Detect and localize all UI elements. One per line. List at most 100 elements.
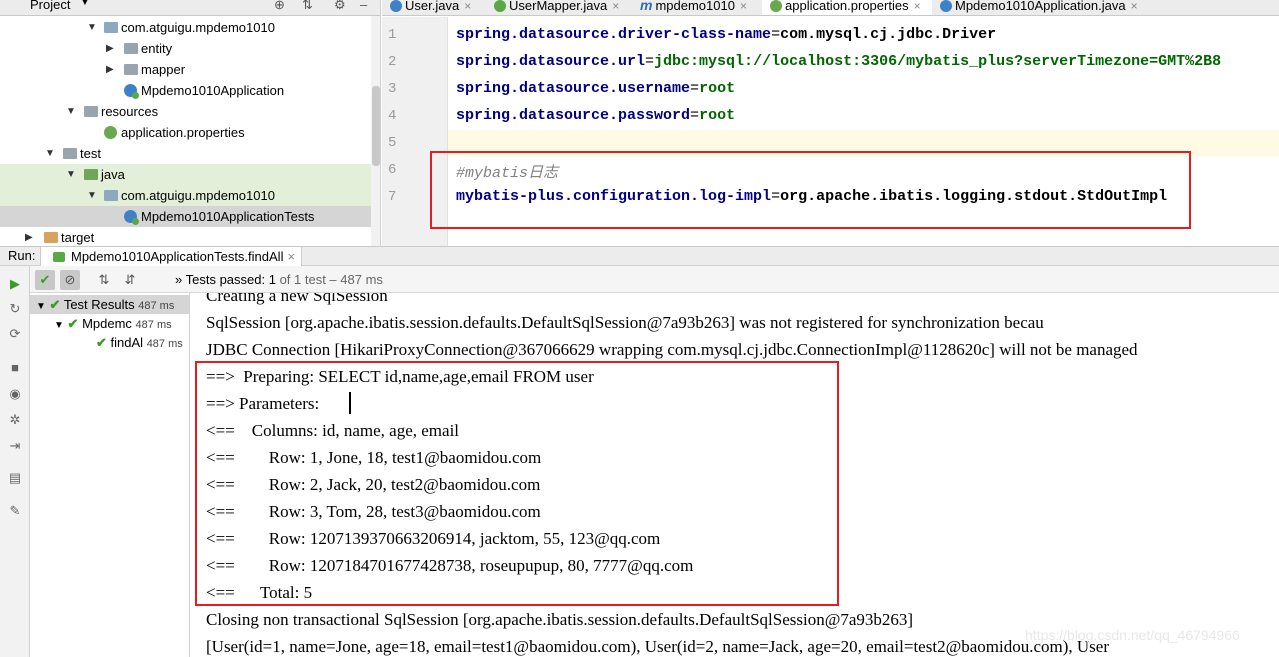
package-icon — [104, 190, 118, 201]
line-number: 6 — [388, 162, 397, 178]
chevron-down-icon[interactable]: ▼ — [45, 143, 55, 164]
rerun-failed-icon[interactable]: ↻ — [7, 301, 23, 317]
property-value: root — [699, 80, 736, 97]
tab-label: application.properties — [785, 0, 909, 13]
tab-application-properties[interactable]: application.properties × — [762, 0, 932, 15]
line-number: 2 — [388, 54, 397, 70]
result-label: Test Results — [63, 297, 135, 312]
sort-duration-icon[interactable]: ⇵ — [120, 270, 140, 290]
test-toolbar: ✔ ⊘ ⇅ ⇵ » Tests passed: 1 of 1 test – 48… — [30, 266, 1279, 293]
tree-item-label: com.atguigu.mpdemo1010 — [121, 20, 275, 35]
text-cursor — [349, 392, 351, 414]
tab-label: User.java — [405, 0, 460, 13]
result-label: findAl — [110, 335, 144, 350]
chevron-down-icon[interactable]: ▼ — [66, 164, 76, 185]
chevron-right-icon[interactable]: ▶ — [25, 227, 33, 246]
project-title[interactable]: Project — [30, 0, 70, 12]
camera-icon[interactable]: ◉ — [7, 386, 23, 402]
chevron-down-icon[interactable]: ▼ — [36, 301, 46, 312]
target-icon[interactable]: ⊕ — [274, 0, 285, 13]
annotation-box — [195, 361, 839, 606]
tree-item-label: test — [80, 146, 101, 161]
property-value: com.mysql.cj.jdbc.Driver — [780, 26, 997, 43]
close-icon[interactable]: × — [740, 0, 747, 13]
tree-item-target[interactable]: ▶ target — [0, 227, 380, 246]
check-icon: ✔ — [96, 335, 107, 350]
property-key: spring.datasource.password — [456, 107, 691, 124]
test-class-result[interactable]: ▼ ✔ Mpdemc 487 ms — [54, 314, 172, 333]
show-ignored-icon[interactable]: ⊘ — [60, 270, 80, 290]
project-scrollbar[interactable] — [371, 16, 380, 246]
stop-icon[interactable]: ■ — [7, 360, 23, 376]
collapse-icon[interactable]: ⇅ — [302, 0, 313, 13]
show-passed-icon[interactable]: ✔ — [35, 270, 55, 290]
close-icon[interactable]: × — [914, 0, 921, 13]
equals-sign: = — [690, 80, 700, 97]
code-line[interactable]: spring.datasource.url=jdbc:mysql://local… — [456, 53, 1221, 70]
tree-item-resources[interactable]: ▼ resources — [0, 101, 380, 122]
sort-alpha-icon[interactable]: ⇅ — [94, 270, 114, 290]
tree-item-mapper[interactable]: ▶ mapper — [0, 59, 380, 80]
close-icon[interactable]: × — [464, 0, 471, 13]
run-side-toolbar: ▶ ↻ ⟳ ■ ◉ ✲ ⇥ ▤ ✎ — [0, 266, 30, 657]
settings-icon[interactable]: ✲ — [7, 412, 23, 428]
chevron-down-icon[interactable]: ▼ — [87, 185, 97, 206]
status-prefix: » — [175, 272, 183, 287]
test-results-root[interactable]: ▼ ✔ Test Results 487 ms — [30, 295, 189, 314]
close-icon[interactable]: × — [1131, 0, 1138, 13]
toggle-auto-test-icon[interactable]: ⟳ — [7, 326, 23, 342]
close-icon[interactable]: × — [612, 0, 619, 13]
test-method-result[interactable]: ✔ findAl 487 ms — [96, 333, 183, 352]
tree-item-application-tests[interactable]: Mpdemo1010ApplicationTests — [0, 206, 380, 227]
tree-item-label: Mpdemo1010ApplicationTests — [141, 209, 315, 224]
tree-item-label: mapper — [141, 62, 186, 77]
rerun-icon[interactable]: ▶ — [7, 276, 23, 292]
equals-sign: = — [771, 26, 781, 43]
tree-item-label: application.properties — [121, 125, 245, 140]
chevron-right-icon[interactable]: ▶ — [106, 38, 114, 59]
tab-user-java[interactable]: User.java × — [382, 0, 486, 15]
scrollbar-thumb[interactable] — [372, 86, 380, 166]
test-source-folder-icon — [84, 169, 98, 180]
chevron-down-icon[interactable]: ▼ — [66, 101, 76, 122]
tab-usermapper-java[interactable]: UserMapper.java × — [486, 0, 632, 15]
result-time: 487 ms — [146, 338, 183, 350]
tab-mpdemo1010application-java[interactable]: Mpdemo1010Application.java × — [932, 0, 1148, 15]
chevron-right-icon[interactable]: ▶ — [106, 59, 114, 80]
tab-mpdemo1010[interactable]: m mpdemo1010 × — [632, 0, 762, 15]
chevron-down-icon[interactable]: ▼ — [80, 0, 90, 8]
close-icon[interactable]: × — [287, 249, 295, 264]
code-line[interactable]: spring.datasource.username=root — [456, 80, 735, 97]
code-line[interactable]: spring.datasource.password=root — [456, 107, 735, 124]
tab-label: Mpdemo1010Application.java — [955, 0, 1126, 13]
chevron-down-icon[interactable]: ▼ — [54, 320, 64, 331]
export-icon[interactable]: ⇥ — [7, 438, 23, 454]
class-icon — [390, 0, 402, 12]
pin-icon[interactable]: ✎ — [7, 503, 23, 519]
check-icon: ✔ — [49, 297, 61, 312]
tree-item-label: target — [61, 230, 95, 245]
property-value: root — [699, 107, 736, 124]
console-line: JDBC Connection [HikariProxyConnection@3… — [206, 340, 1138, 359]
tree-item-package[interactable]: ▼ com.atguigu.mpdemo1010 — [0, 17, 380, 38]
tree-item-test[interactable]: ▼ test — [0, 143, 380, 164]
code-line[interactable]: spring.datasource.driver-class-name=com.… — [456, 26, 996, 43]
tests-status: » Tests passed: 1 of 1 test – 487 ms — [175, 272, 383, 287]
project-header: Project ▼ ⊕ ⇅ ⚙ – — [0, 0, 380, 16]
editor-tab-bar: User.java × UserMapper.java × m mpdemo1010 ×… — [382, 0, 1279, 16]
folder-icon — [44, 232, 58, 243]
run-label: Run: — [8, 248, 36, 263]
layout-icon[interactable]: ▤ — [7, 470, 23, 486]
chevron-down-icon[interactable]: ▼ — [87, 17, 97, 38]
watermark: https://blog.csdn.net/qq_46794966 — [1025, 627, 1240, 643]
line-number: 7 — [388, 189, 397, 205]
tree-item-test-package[interactable]: ▼ com.atguigu.mpdemo1010 — [0, 185, 380, 206]
hide-icon[interactable]: – — [360, 0, 367, 12]
gear-icon[interactable]: ⚙ — [334, 0, 346, 13]
tree-item-application-properties[interactable]: application.properties — [0, 122, 380, 143]
tree-item-application-class[interactable]: Mpdemo1010Application — [0, 80, 380, 101]
property-key: spring.datasource.driver-class-name — [456, 26, 772, 43]
tree-item-java[interactable]: ▼ java — [0, 164, 380, 185]
tree-item-entity[interactable]: ▶ entity — [0, 38, 380, 59]
run-config-tab[interactable]: Mpdemo1010ApplicationTests.findAll × — [40, 247, 303, 266]
